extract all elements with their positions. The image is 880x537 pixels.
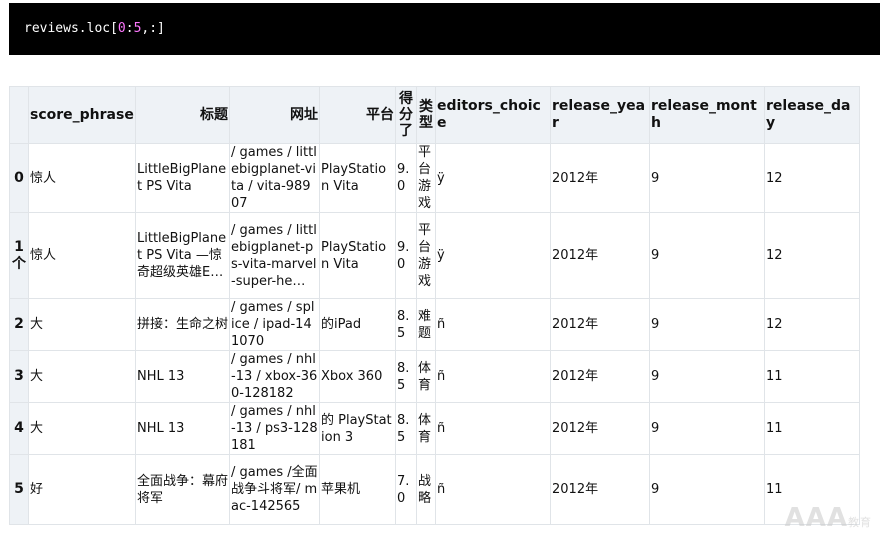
code-suffix: ,:] [141,21,165,36]
code-cell[interactable]: reviews.loc[0:5,:] [9,3,880,55]
cell-release-year: 2012年 [550,298,650,351]
cell-score-phrase: 大 [28,350,136,403]
cell-platform: PlayStation Vita [319,143,396,213]
watermark-main-text: AAA [784,503,848,533]
cell-release-day: 12 [764,298,860,351]
table-row: 0 惊人 LittleBigPlanet PS Vita / games / l… [9,143,860,213]
code-prefix: reviews.loc[ [24,21,118,36]
cell-genre: 难题 [416,298,436,351]
row-index: 0 [9,143,29,213]
column-header-score: 得分了 [395,86,417,144]
cell-genre: 体育 [416,402,436,455]
cell-genre: 平台游戏 [416,143,436,213]
cell-score-phrase: 大 [28,402,136,455]
column-header-editors-choice: editors_choice [435,86,551,144]
table-row: 3 大 NHL 13 / games / nhl-13 / xbox-360-1… [9,350,860,403]
cell-score: 9.0 [395,143,417,213]
cell-score-phrase: 惊人 [28,212,136,299]
column-header-platform: 平台 [319,86,396,144]
cell-release-day: 11 [764,402,860,455]
cell-editors-choice: ÿ [435,212,551,299]
code-colon: : [125,21,134,36]
cell-genre: 平台游戏 [416,212,436,299]
cell-url: / games / littlebigplanet-ps-vita-marvel… [229,212,320,299]
column-header-score-phrase: score_phrase [28,86,136,144]
row-index: 2 [9,298,29,351]
dataframe-output: score_phrase 标题 网址 平台 得分了 类型 editors_cho… [9,86,860,525]
column-header-release-day: release_day [764,86,860,144]
code-start-number: 0 [117,21,126,36]
cell-score: 8.5 [395,350,417,403]
cell-editors-choice: ñ [435,454,551,525]
dataframe-table: score_phrase 标题 网址 平台 得分了 类型 editors_cho… [9,86,860,525]
cell-url: / games / nhl-13 / ps3-128181 [229,402,320,455]
cell-release-month: 9 [649,350,765,403]
cell-score: 7.0 [395,454,417,525]
cell-score-phrase: 大 [28,298,136,351]
cell-release-year: 2012年 [550,350,650,403]
cell-platform: 的iPad [319,298,396,351]
cell-platform: 的 PlayStation 3 [319,402,396,455]
cell-release-year: 2012年 [550,212,650,299]
cell-score-phrase: 好 [28,454,136,525]
cell-title: 全面战争：幕府将军 [135,454,230,525]
column-header-title: 标题 [135,86,230,144]
cell-release-year: 2012年 [550,402,650,455]
watermark-sub-text: 教育 [848,516,872,529]
cell-platform: 苹果机 [319,454,396,525]
cell-editors-choice: ÿ [435,143,551,213]
cell-title: LittleBigPlanet PS Vita —惊奇超级英雄E… [135,212,230,299]
cell-editors-choice: ñ [435,350,551,403]
cell-title: NHL 13 [135,350,230,403]
cell-url: / games / splice / ipad-141070 [229,298,320,351]
cell-score: 8.5 [395,402,417,455]
cell-score-phrase: 惊人 [28,143,136,213]
cell-release-day: 11 [764,350,860,403]
cell-release-year: 2012年 [550,454,650,525]
column-header-release-month: release_month [649,86,765,144]
cell-editors-choice: ñ [435,298,551,351]
cell-release-month: 9 [649,298,765,351]
cell-genre: 体育 [416,350,436,403]
cell-title: NHL 13 [135,402,230,455]
code-input[interactable]: reviews.loc[0:5,:] [24,21,165,36]
cell-platform: PlayStation Vita [319,212,396,299]
cell-release-month: 9 [649,143,765,213]
cell-title: 拼接：生命之树 [135,298,230,351]
cell-score: 8.5 [395,298,417,351]
table-row: 1个 惊人 LittleBigPlanet PS Vita —惊奇超级英雄E… … [9,212,860,299]
column-header-genre: 类型 [416,86,436,144]
cell-release-day: 12 [764,212,860,299]
cell-release-year: 2012年 [550,143,650,213]
row-index: 1个 [9,212,29,299]
cell-genre: 战略 [416,454,436,525]
cell-platform: Xbox 360 [319,350,396,403]
row-index: 5 [9,454,29,525]
row-index: 3 [9,350,29,403]
cell-editors-choice: ñ [435,402,551,455]
column-header-index [9,86,29,144]
column-header-url: 网址 [229,86,320,144]
cell-release-month: 9 [649,402,765,455]
cell-url: / games / nhl-13 / xbox-360-128182 [229,350,320,403]
column-header-release-year: release_year [550,86,650,144]
cell-release-month: 9 [649,454,765,525]
cell-url: / games /全面战争斗将军/ mac-142565 [229,454,320,525]
table-row: 5 好 全面战争：幕府将军 / games /全面战争斗将军/ mac-1425… [9,454,860,525]
table-row: 2 大 拼接：生命之树 / games / splice / ipad-1410… [9,298,860,351]
table-header-row: score_phrase 标题 网址 平台 得分了 类型 editors_cho… [9,86,860,144]
table-row: 4 大 NHL 13 / games / nhl-13 / ps3-128181… [9,402,860,455]
cell-score: 9.0 [395,212,417,299]
cell-release-month: 9 [649,212,765,299]
cell-title: LittleBigPlanet PS Vita [135,143,230,213]
row-index: 4 [9,402,29,455]
cell-url: / games / littlebigplanet-vita / vita-98… [229,143,320,213]
watermark-logo: AAA教育 [785,503,872,533]
cell-release-day: 12 [764,143,860,213]
